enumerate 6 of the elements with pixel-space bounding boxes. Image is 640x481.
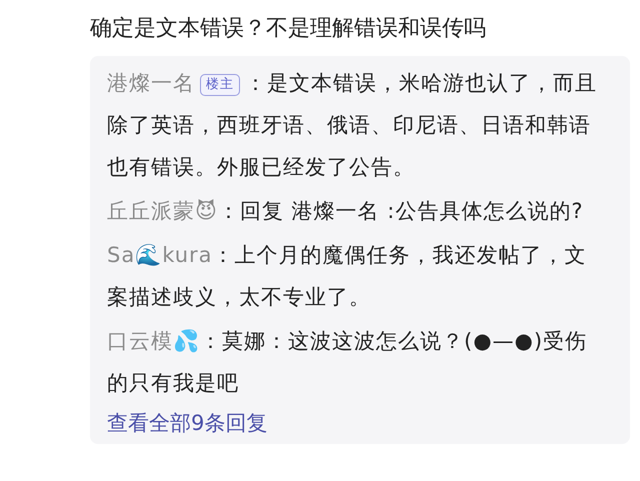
- reply-comment: Sa🌊kura：上个月的魔偶任务，我还发帖了，文案描述歧义，太不专业了。: [107, 242, 588, 311]
- reply-comment: 丘丘派蒙😈：回复 港燦一名 :公告具体怎么说的?: [107, 198, 584, 225]
- reply-comment: 口云模💦：莫娜：这波这波怎么说？(●—●)受伤的只有我是吧: [107, 328, 588, 397]
- view-all-replies-link[interactable]: 查看全部9条回复: [107, 406, 608, 440]
- reply-comment: 港燦一名 楼主 ：是文本错误，米哈游也认了，而且除了英语，西班牙语、俄语、印尼语、日语和韩语也有错误。外服已经发了公告。: [107, 70, 598, 181]
- comment-text: 确定是文本错误？不是理解错误和误传吗: [89, 15, 487, 43]
